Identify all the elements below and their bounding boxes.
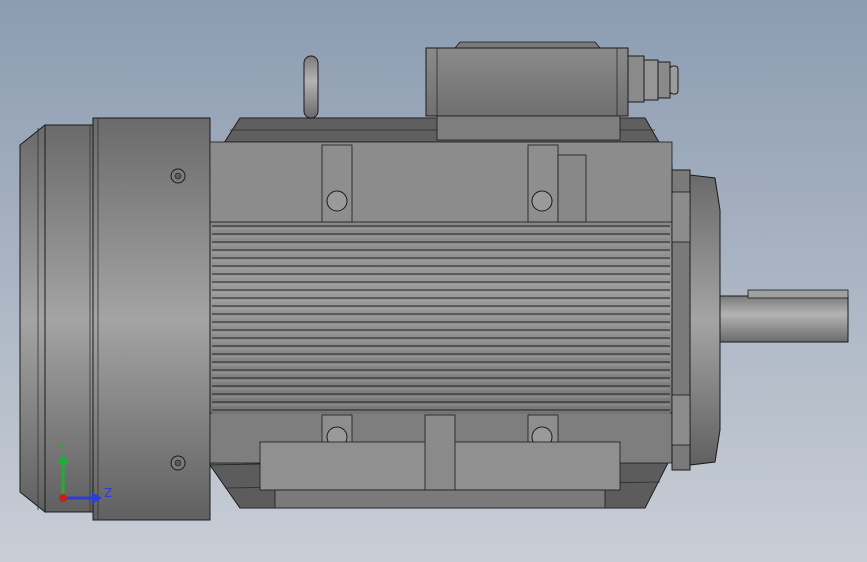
- bolt-icon: [170, 455, 186, 471]
- x-axis-point: [59, 494, 67, 502]
- cable-gland[interactable]: [627, 55, 679, 103]
- y-axis-label: Y: [57, 441, 66, 455]
- z-axis-arrow-icon: [92, 492, 102, 504]
- z-axis-label: Z: [104, 486, 112, 500]
- motor-housing[interactable]: [209, 117, 673, 509]
- output-shaft[interactable]: [719, 289, 849, 343]
- lifting-eye[interactable]: [303, 55, 319, 119]
- coordinate-triad: Y Z: [57, 441, 112, 504]
- graphics-viewport[interactable]: Y Z: [0, 0, 867, 562]
- bolt-icon: [170, 168, 186, 184]
- end-shield[interactable]: [671, 169, 721, 471]
- y-axis-arrow-icon: [57, 454, 69, 464]
- motor-model[interactable]: [0, 0, 867, 562]
